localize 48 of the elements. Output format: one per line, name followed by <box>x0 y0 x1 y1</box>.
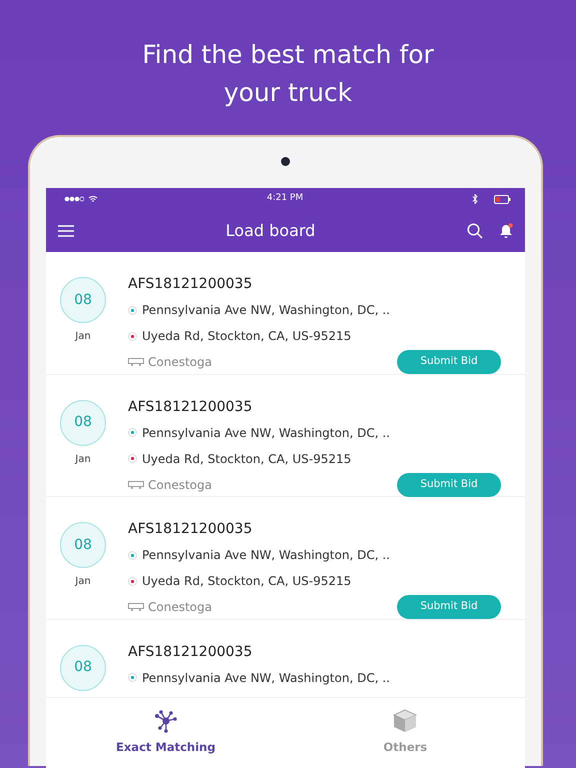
origin-address: Pennsylvania Ave NW, Washington, DC, .. <box>142 424 390 442</box>
date-circle: 08 <box>60 522 106 568</box>
origin-address: Pennsylvania Ave NW, Washington, DC, .. <box>142 547 390 564</box>
signal-icon <box>64 196 84 202</box>
route-dot-icon <box>128 428 137 437</box>
menu-icon[interactable] <box>58 225 74 237</box>
status-time: 4:21 PM <box>266 192 304 206</box>
date-month: Jan <box>74 452 92 466</box>
wifi-icon <box>88 195 98 203</box>
destination-address: Uyeda Rd, Stockton, CA, US-95215 <box>142 573 352 590</box>
load-card[interactable]: 08 Jan AFS18121200035 Pennsylvania Ave NW, Washington, DC, .. Uyeda Rd, Stockton, CA, US-95215 Conestoga Submit Bid <box>46 252 525 374</box>
route-dot-icon <box>128 576 137 586</box>
network-icon <box>152 709 179 734</box>
route-dot-icon <box>128 673 137 682</box>
camera-icon <box>281 157 290 166</box>
route-dot-icon <box>128 550 137 560</box>
origin-address: Pennsylvania Ave NW, Washington, DC, .. <box>142 670 390 686</box>
date-month: Jan <box>74 575 92 589</box>
trailer-icon <box>128 480 144 488</box>
load-id: AFS18121200035 <box>128 275 254 294</box>
load-card[interactable]: 08 Jan AFS18121200035 Pennsylvania Ave NW, Washington, DC, .. Uyeda Rd, Stockton, CA, US-95215 Conestoga Submit Bid <box>46 497 525 620</box>
date-circle: 08 <box>60 400 106 446</box>
load-id: AFS18121200035 <box>128 398 254 416</box>
date-circle: 08 <box>60 644 106 690</box>
notification-icon[interactable] <box>499 223 513 239</box>
trailer-type: Conestoga <box>148 476 212 494</box>
trailer-type: Conestoga <box>148 354 212 371</box>
search-icon[interactable] <box>467 223 483 239</box>
route-dot-icon <box>128 332 137 340</box>
route-dot-icon <box>128 454 137 463</box>
screen-title: Load board <box>224 220 316 242</box>
load-id: AFS18121200035 <box>128 642 254 662</box>
date-circle: 08 <box>60 277 106 323</box>
origin-address: Pennsylvania Ave NW, Washington, DC, .. <box>142 302 390 319</box>
destination-address: Uyeda Rd, Stockton, CA, US-95215 <box>142 450 352 468</box>
load-id: AFS18121200035 <box>128 520 254 539</box>
trailer-type: Conestoga <box>148 599 212 616</box>
tab-button[interactable]: Exact Matching <box>46 698 286 768</box>
route-dot-icon <box>128 306 137 314</box>
trailer-icon <box>128 603 144 611</box>
headline: Find the best match for your truck <box>141 39 435 109</box>
trailer-icon <box>128 358 144 366</box>
destination-address: Uyeda Rd, Stockton, CA, US-95215 <box>142 328 352 345</box>
date-month: Jan <box>74 330 92 344</box>
load-card[interactable]: 08 Jan AFS18121200035 Pennsylvania Ave NW, Washington, DC, .. Uyeda Rd, Stockton, CA, US-95215 Conestoga Submit Bid <box>46 374 525 497</box>
battery-icon <box>494 194 511 204</box>
box-icon <box>393 709 418 734</box>
bluetooth-icon <box>472 194 478 204</box>
